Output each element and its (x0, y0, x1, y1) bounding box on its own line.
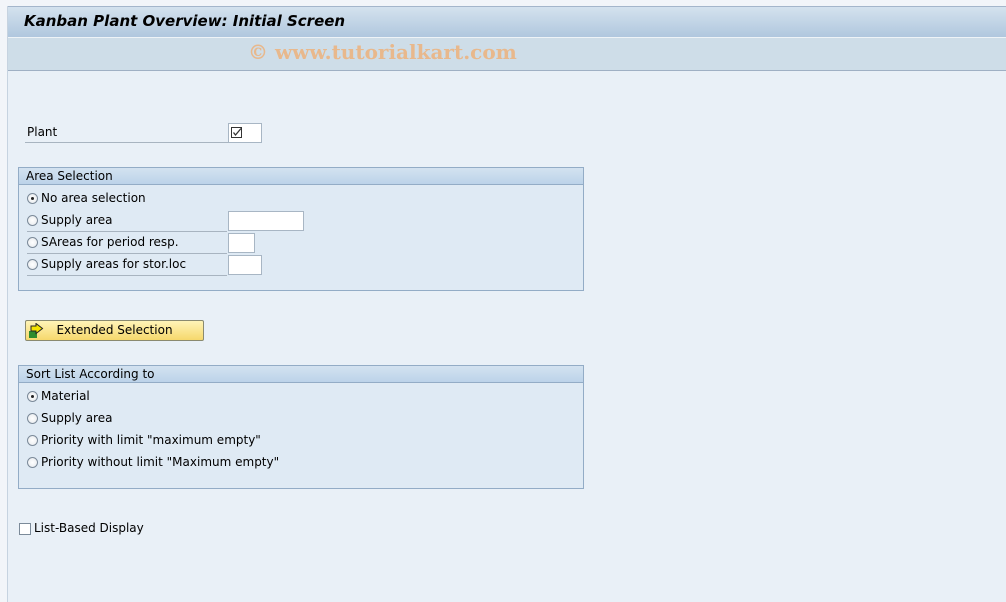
radio-button[interactable] (27, 259, 38, 270)
radio-label: SAreas for period resp. (41, 235, 179, 249)
radio-button[interactable] (27, 193, 38, 204)
execute-arrow-icon (29, 323, 44, 338)
radio-sort-priority-with-limit[interactable]: Priority with limit "maximum empty" (27, 430, 327, 451)
radio-button[interactable] (27, 391, 38, 402)
radio-sort-priority-without-limit[interactable]: Priority without limit "Maximum empty" (27, 452, 327, 473)
radio-button[interactable] (27, 215, 38, 226)
radio-button[interactable] (27, 237, 38, 248)
radio-label: Priority without limit "Maximum empty" (41, 455, 280, 469)
radio-button[interactable] (27, 435, 38, 446)
extended-selection-button[interactable]: Extended Selection (25, 320, 204, 341)
extended-selection-label: Extended Selection (56, 323, 173, 337)
plant-label: Plant (25, 123, 229, 143)
radio-label: Supply areas for stor.loc (41, 257, 187, 271)
radio-button[interactable] (27, 413, 38, 424)
page-title: Kanban Plant Overview: Initial Screen (24, 12, 346, 30)
supply-areas-stor-loc-input[interactable] (228, 255, 262, 275)
radio-sareas-period-resp[interactable]: SAreas for period resp. (27, 232, 227, 254)
watermark: © www.tutorialkart.com (248, 40, 517, 64)
checkbox-label: List-Based Display (34, 521, 144, 535)
radio-supply-area[interactable]: Supply area (27, 210, 227, 232)
list-based-display-checkbox[interactable] (19, 522, 31, 535)
radio-sort-material[interactable]: Material (27, 386, 327, 407)
sareas-period-resp-input[interactable] (228, 233, 255, 253)
supply-area-input[interactable] (228, 211, 304, 231)
radio-label: No area selection (41, 191, 146, 205)
plant-input[interactable] (228, 123, 262, 143)
required-check-icon (231, 127, 242, 138)
radio-button[interactable] (27, 457, 38, 468)
radio-sort-supply-area[interactable]: Supply area (27, 408, 327, 429)
radio-supply-areas-stor-loc[interactable]: Supply areas for stor.loc (27, 254, 227, 276)
list-based-display-option[interactable]: List-Based Display (19, 518, 219, 539)
title-bar: Kanban Plant Overview: Initial Screen (8, 6, 1006, 37)
main-window: Kanban Plant Overview: Initial Screen © … (7, 6, 1006, 602)
area-selection-title: Area Selection (19, 168, 583, 185)
application-toolbar: © www.tutorialkart.com (8, 37, 1006, 71)
radio-label: Supply area (41, 213, 113, 227)
radio-label: Priority with limit "maximum empty" (41, 433, 261, 447)
radio-label: Supply area (41, 411, 113, 425)
radio-label: Material (41, 389, 90, 403)
sort-list-title: Sort List According to (19, 366, 583, 383)
radio-no-area-selection[interactable]: No area selection (27, 188, 227, 209)
